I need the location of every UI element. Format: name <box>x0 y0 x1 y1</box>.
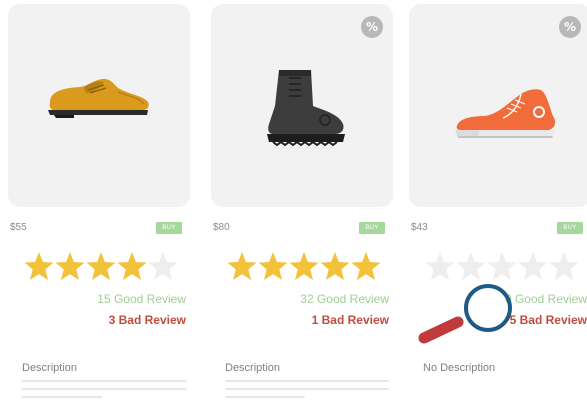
product-card[interactable]: % $80 BUY 32 Good Review 1 Bad Review De… <box>211 0 393 401</box>
star-empty-icon[interactable] <box>425 250 455 282</box>
description-label: No Description <box>423 362 496 374</box>
star-empty-icon[interactable] <box>518 250 548 282</box>
product-image-panel[interactable] <box>8 4 190 207</box>
star-filled-icon[interactable] <box>117 250 147 282</box>
good-review-count[interactable]: 0 Good Review <box>505 292 587 306</box>
discount-badge: % <box>361 16 383 38</box>
description-placeholder-line <box>22 388 186 390</box>
star-rating <box>24 250 178 284</box>
star-filled-icon[interactable] <box>320 250 350 282</box>
discount-badge: % <box>559 16 581 38</box>
good-review-count[interactable]: 32 Good Review <box>300 292 389 306</box>
buy-button[interactable]: BUY <box>359 222 385 234</box>
bad-review-count[interactable]: 3 Bad Review <box>109 313 186 327</box>
star-filled-icon[interactable] <box>289 250 319 282</box>
bad-review-count[interactable]: 1 Bad Review <box>312 313 389 327</box>
buy-button[interactable]: BUY <box>156 222 182 234</box>
description-placeholder-line <box>225 380 389 382</box>
star-empty-icon[interactable] <box>549 250 579 282</box>
red-sneaker-icon <box>455 89 556 138</box>
description-placeholder-line <box>22 396 102 398</box>
product-image-panel[interactable]: % <box>211 4 393 207</box>
price-label: $43 <box>411 222 428 233</box>
product-card[interactable]: $55 BUY 15 Good Review 3 Bad Review Desc… <box>8 0 190 401</box>
description-label: Description <box>225 362 281 374</box>
price-label: $80 <box>213 222 230 233</box>
star-rating <box>227 250 381 284</box>
product-image-panel[interactable]: % <box>409 4 587 207</box>
bad-review-count[interactable]: 5 Bad Review <box>510 313 587 327</box>
star-filled-icon[interactable] <box>227 250 257 282</box>
star-filled-icon[interactable] <box>86 250 116 282</box>
black-boot-icon <box>267 70 345 147</box>
star-filled-icon[interactable] <box>55 250 85 282</box>
star-filled-icon[interactable] <box>24 250 54 282</box>
description-placeholder-line <box>225 388 389 390</box>
star-empty-icon[interactable] <box>487 250 517 282</box>
description-placeholder-line <box>225 396 305 398</box>
price-label: $55 <box>10 222 27 233</box>
description-label: Description <box>22 362 78 374</box>
star-filled-icon[interactable] <box>351 250 381 282</box>
brown-oxford-shoe-icon <box>48 78 149 118</box>
star-filled-icon[interactable] <box>258 250 288 282</box>
star-empty-icon[interactable] <box>148 250 178 282</box>
product-card[interactable]: % $43 BUY 0 Good Review 5 Bad Review No … <box>409 0 587 401</box>
description-placeholder-line <box>22 380 186 382</box>
product-grid: $55 BUY 15 Good Review 3 Bad Review Desc… <box>0 0 587 401</box>
star-empty-icon[interactable] <box>456 250 486 282</box>
buy-button[interactable]: BUY <box>557 222 583 234</box>
star-rating <box>425 250 579 284</box>
good-review-count[interactable]: 15 Good Review <box>97 292 186 306</box>
